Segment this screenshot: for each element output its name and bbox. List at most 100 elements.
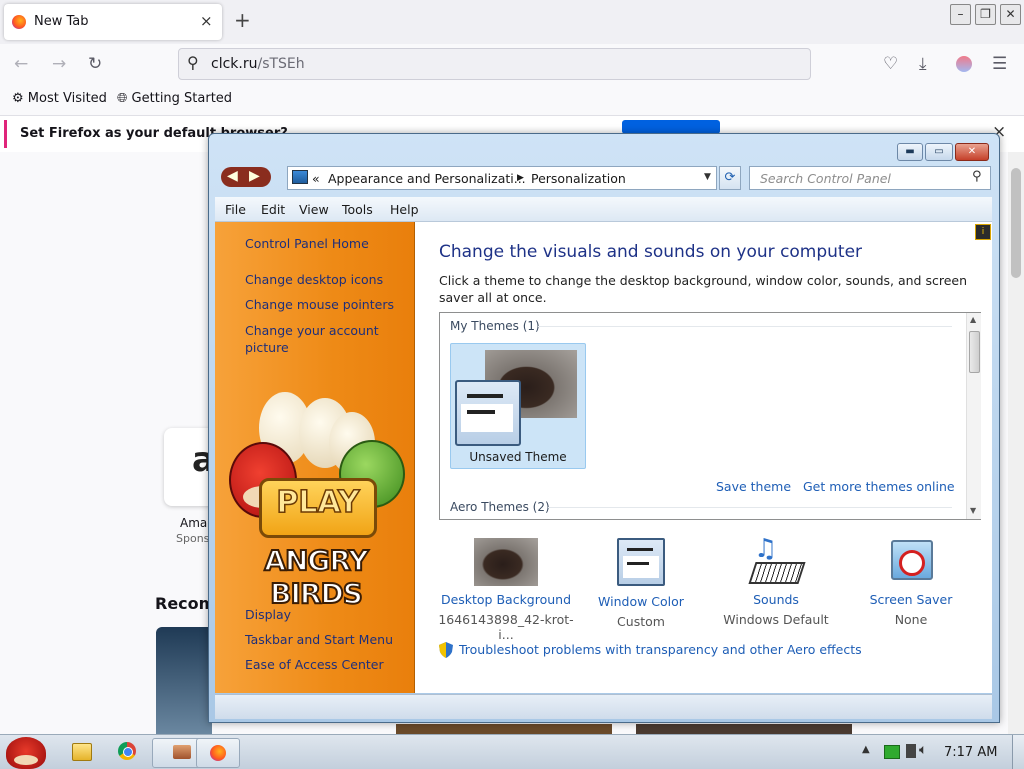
page-scrollbar[interactable] (1008, 152, 1024, 734)
forward-arrow-icon[interactable]: ▶ (249, 168, 260, 184)
start-button[interactable] (6, 737, 46, 769)
window-color-label[interactable]: Window Color (573, 594, 709, 609)
breadcrumb-personalization[interactable]: Personalization (531, 171, 626, 186)
sidebar-ease-of-access[interactable]: Ease of Access Center (245, 657, 384, 672)
sidebar-taskbar-start-menu[interactable]: Taskbar and Start Menu (245, 632, 393, 647)
clock[interactable]: 7:17 AM (944, 745, 997, 760)
nav-arrows: ◀ ▶ (221, 167, 271, 187)
preview-line (467, 394, 503, 398)
angry-birds-ad[interactable]: PLAY ANGRY BIRDS (221, 392, 411, 622)
desktop-background-label[interactable]: Desktop Background (438, 592, 574, 607)
account-icon[interactable] (956, 56, 972, 72)
search-icon[interactable]: ⚲ (972, 169, 982, 184)
url-bar[interactable]: ⚲ clck.ru/sTSEh (178, 48, 811, 80)
sounds-icon: ♫ (748, 534, 806, 586)
story-image[interactable] (156, 627, 212, 734)
sounds-value: Windows Default (723, 612, 829, 627)
back-arrow-icon[interactable]: ◀ (227, 168, 238, 184)
window-color-item[interactable]: Window Color Custom (573, 538, 709, 629)
forward-icon[interactable]: → (52, 54, 66, 74)
themes-scrollbar[interactable]: ▲ ▼ (966, 313, 981, 519)
cp-minimize-icon[interactable]: ▬ (897, 143, 923, 161)
tab-title: New Tab (34, 14, 89, 29)
back-icon[interactable]: ← (14, 54, 28, 74)
screen-saver-item[interactable]: Screen Saver None (843, 538, 979, 627)
new-tab-button[interactable]: + (234, 8, 251, 32)
menu-icon[interactable]: ☰ (992, 54, 1007, 74)
tab-close-icon[interactable]: × (200, 12, 213, 30)
troubleshoot-aero-link[interactable]: Troubleshoot problems with transparency … (439, 642, 862, 658)
preview-window-body (461, 404, 513, 432)
notification-badge-icon[interactable]: i (975, 224, 991, 240)
sidebar-change-desktop-icons[interactable]: Change desktop icons (245, 272, 383, 287)
story-image[interactable] (396, 724, 612, 734)
theme-unsaved[interactable]: Unsaved Theme (450, 343, 586, 469)
sidebar-display[interactable]: Display (245, 607, 291, 622)
menu-edit[interactable]: Edit (261, 202, 285, 217)
search-placeholder: Search Control Panel (760, 171, 891, 186)
control-panel-icon (173, 745, 191, 759)
desktop-background-item[interactable]: Desktop Background 1646143898_42-krot-i.… (438, 538, 574, 642)
bird-belly (14, 755, 38, 765)
address-bar[interactable]: « Appearance and Personalizati... ▶ Pers… (287, 166, 717, 190)
menu-view[interactable]: View (299, 202, 329, 217)
scrollbar-thumb[interactable] (1011, 168, 1021, 278)
network-icon[interactable] (906, 744, 916, 758)
close-window-icon[interactable]: ✕ (1000, 4, 1021, 25)
restore-icon[interactable]: ❐ (975, 4, 996, 25)
bookmark-getting-started[interactable]: 🌐︎ Getting Started (117, 91, 232, 106)
play-button[interactable]: PLAY (259, 478, 377, 538)
sidebar-control-panel-home[interactable]: Control Panel Home (245, 236, 369, 251)
taskbar-firefox[interactable] (196, 738, 240, 768)
cp-maximize-icon[interactable]: ▭ (925, 143, 953, 161)
get-more-themes-link[interactable]: Get more themes online (803, 479, 955, 494)
sounds-label[interactable]: Sounds (708, 592, 844, 607)
minimize-icon[interactable]: – (950, 4, 971, 25)
sidebar: Control Panel Home Change desktop icons … (215, 222, 415, 693)
sidebar-change-account-picture[interactable]: Change your account picture (245, 322, 385, 356)
battery-icon[interactable] (884, 745, 900, 759)
breadcrumb-prefix[interactable]: « (312, 171, 320, 186)
theme-window-preview-icon (455, 380, 521, 446)
menu-help[interactable]: Help (390, 202, 419, 217)
pocket-icon[interactable]: ♡ (883, 54, 898, 74)
breadcrumb-appearance[interactable]: Appearance and Personalizati... (328, 171, 526, 186)
themes-list: My Themes (1) Unsaved Theme Save theme G… (439, 312, 981, 520)
refresh-icon[interactable]: ⟳ (719, 166, 741, 190)
screen-saver-label[interactable]: Screen Saver (843, 592, 979, 607)
screen-saver-icon (887, 538, 935, 586)
preview-line (627, 548, 653, 551)
tray-expand-icon[interactable]: ▲ (862, 744, 870, 755)
firefox-icon (210, 745, 226, 761)
tab-new-tab[interactable]: New Tab × (4, 4, 222, 40)
firefox-icon (12, 15, 26, 29)
set-default-button[interactable] (622, 120, 720, 134)
section-title: Recom (155, 594, 216, 613)
sounds-item[interactable]: ♫ Sounds Windows Default (708, 534, 844, 627)
explorer-icon[interactable] (72, 743, 92, 761)
address-dropdown-icon[interactable]: ▼ (704, 172, 711, 182)
volume-icon[interactable]: 🔈︎ (919, 742, 927, 758)
sidebar-change-mouse-pointers[interactable]: Change mouse pointers (245, 297, 394, 312)
menu-bar: File Edit View Tools Help (215, 197, 992, 222)
scrollbar-thumb[interactable] (969, 331, 980, 373)
menu-file[interactable]: File (225, 202, 246, 217)
notification-accent (4, 120, 7, 148)
menu-tools[interactable]: Tools (342, 202, 373, 217)
window-color-icon (617, 538, 665, 586)
scroll-up-icon[interactable]: ▲ (970, 315, 976, 324)
bookmark-label: Getting Started (131, 91, 233, 106)
bookmark-most-visited[interactable]: ⚙ Most Visited (12, 91, 107, 106)
cp-close-icon[interactable]: ✕ (955, 143, 989, 161)
story-image[interactable] (636, 724, 852, 734)
divider (538, 326, 952, 327)
breadcrumb-separator-icon[interactable]: ▶ (517, 173, 524, 183)
save-theme-link[interactable]: Save theme (716, 479, 791, 494)
search-control-panel[interactable]: Search Control Panel ⚲ (749, 166, 991, 190)
scroll-down-icon[interactable]: ▼ (970, 506, 976, 515)
show-desktop-button[interactable] (1012, 735, 1024, 769)
chrome-icon[interactable] (118, 742, 136, 760)
downloads-icon[interactable]: ⤓ (919, 54, 927, 74)
bookmark-label: Most Visited (27, 91, 107, 106)
reload-icon[interactable]: ↻ (88, 54, 102, 74)
